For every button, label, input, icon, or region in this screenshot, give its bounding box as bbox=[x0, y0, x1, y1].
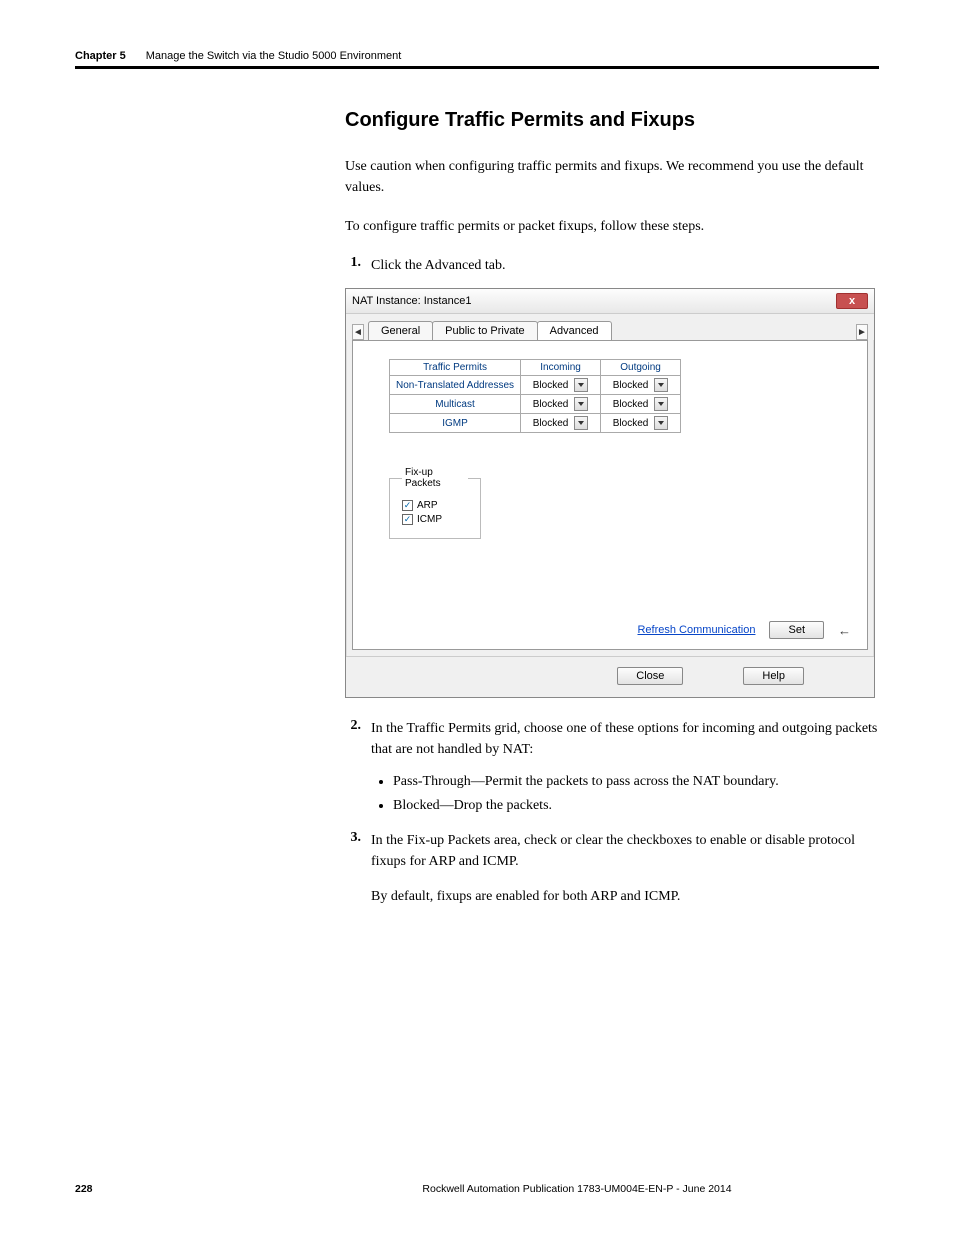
step-2-bullets: Pass-Through—Permit the packets to pass … bbox=[393, 770, 879, 818]
set-button[interactable]: Set bbox=[769, 621, 824, 639]
incoming-cell[interactable]: Blocked bbox=[521, 376, 601, 395]
outgoing-cell[interactable]: Blocked bbox=[601, 395, 681, 414]
col-outgoing: Outgoing bbox=[601, 360, 681, 376]
back-arrow-icon[interactable]: ← bbox=[838, 623, 851, 638]
step-number: 3. bbox=[345, 830, 371, 907]
main-content: Configure Traffic Permits and Fixups Use… bbox=[345, 109, 879, 907]
header-rule bbox=[75, 66, 879, 69]
action-row: Refresh Communication Set ← bbox=[637, 621, 851, 639]
chevron-down-icon[interactable] bbox=[574, 416, 588, 430]
nat-instance-dialog: NAT Instance: Instance1 x ◄ General Publ… bbox=[345, 288, 875, 698]
step-body: In the Traffic Permits grid, choose one … bbox=[371, 718, 879, 818]
step-3-after: By default, fixups are enabled for both … bbox=[371, 886, 879, 907]
dialog-titlebar: NAT Instance: Instance1 x bbox=[346, 289, 874, 314]
arp-checkbox-row[interactable]: ✓ ARP bbox=[402, 500, 468, 511]
refresh-communication-link[interactable]: Refresh Communication bbox=[637, 624, 755, 636]
chevron-down-icon[interactable] bbox=[654, 397, 668, 411]
bullet-blocked: Blocked—Drop the packets. bbox=[393, 794, 879, 818]
tab-scroll-right-icon[interactable]: ► bbox=[856, 324, 868, 340]
step-1: 1. Click the Advanced tab. bbox=[345, 255, 879, 276]
page-footer: 228 Rockwell Automation Publication 1783… bbox=[75, 1183, 879, 1195]
tab-general[interactable]: General bbox=[368, 321, 433, 340]
chevron-down-icon[interactable] bbox=[574, 378, 588, 392]
icmp-label: ICMP bbox=[417, 514, 442, 525]
tab-public-to-private[interactable]: Public to Private bbox=[432, 321, 537, 340]
row-label: Non-Translated Addresses bbox=[390, 376, 521, 395]
outgoing-cell[interactable]: Blocked bbox=[601, 414, 681, 433]
col-traffic-permits: Traffic Permits bbox=[390, 360, 521, 376]
checkbox-arp[interactable]: ✓ bbox=[402, 500, 413, 511]
icmp-checkbox-row[interactable]: ✓ ICMP bbox=[402, 514, 468, 525]
step-2: 2. In the Traffic Permits grid, choose o… bbox=[345, 718, 879, 818]
close-icon[interactable]: x bbox=[836, 293, 868, 309]
step-text: Click the Advanced tab. bbox=[371, 255, 506, 276]
fixup-legend: Fix-up Packets bbox=[402, 467, 468, 489]
help-button[interactable]: Help bbox=[743, 667, 804, 685]
tab-scroll-left-icon[interactable]: ◄ bbox=[352, 324, 364, 340]
chevron-down-icon[interactable] bbox=[574, 397, 588, 411]
chevron-down-icon[interactable] bbox=[654, 416, 668, 430]
step-number: 2. bbox=[345, 718, 371, 818]
chevron-down-icon[interactable] bbox=[654, 378, 668, 392]
steps-list: 1. Click the Advanced tab. bbox=[345, 255, 879, 276]
checkbox-icmp[interactable]: ✓ bbox=[402, 514, 413, 525]
row-label: Multicast bbox=[390, 395, 521, 414]
page-number: 228 bbox=[75, 1183, 275, 1195]
dialog-title: NAT Instance: Instance1 bbox=[352, 295, 471, 307]
intro-paragraph-1: Use caution when configuring traffic per… bbox=[345, 156, 879, 198]
intro-paragraph-2: To configure traffic permits or packet f… bbox=[345, 216, 879, 237]
chapter-label: Chapter 5 bbox=[75, 50, 126, 62]
incoming-cell[interactable]: Blocked bbox=[521, 414, 601, 433]
bullet-pass-through: Pass-Through—Permit the packets to pass … bbox=[393, 770, 879, 794]
col-incoming: Incoming bbox=[521, 360, 601, 376]
steps-list-continued: 2. In the Traffic Permits grid, choose o… bbox=[345, 718, 879, 907]
row-label: IGMP bbox=[390, 414, 521, 433]
step-text: In the Fix-up Packets area, check or cle… bbox=[371, 830, 879, 872]
fixup-packets-group: Fix-up Packets ✓ ARP ✓ ICMP bbox=[389, 467, 481, 539]
step-body: In the Fix-up Packets area, check or cle… bbox=[371, 830, 879, 907]
step-text: In the Traffic Permits grid, choose one … bbox=[371, 721, 877, 757]
table-row: IGMP Blocked Blocked bbox=[390, 414, 681, 433]
table-row: Non-Translated Addresses Blocked Blocked bbox=[390, 376, 681, 395]
chapter-title: Manage the Switch via the Studio 5000 En… bbox=[146, 50, 402, 62]
step-number: 1. bbox=[345, 255, 371, 276]
arp-label: ARP bbox=[417, 500, 438, 511]
outgoing-cell[interactable]: Blocked bbox=[601, 376, 681, 395]
tab-strip: ◄ General Public to Private Advanced ► bbox=[346, 314, 874, 340]
page-header: Chapter 5 Manage the Switch via the Stud… bbox=[75, 50, 879, 66]
dialog-footer: Close Help bbox=[346, 656, 874, 697]
tab-panel-advanced: Traffic Permits Incoming Outgoing Non-Tr… bbox=[352, 340, 868, 650]
table-row: Multicast Blocked Blocked bbox=[390, 395, 681, 414]
step-3: 3. In the Fix-up Packets area, check or … bbox=[345, 830, 879, 907]
publication-id: Rockwell Automation Publication 1783-UM0… bbox=[275, 1183, 879, 1195]
tab-advanced[interactable]: Advanced bbox=[537, 321, 612, 341]
section-heading: Configure Traffic Permits and Fixups bbox=[345, 109, 879, 132]
incoming-cell[interactable]: Blocked bbox=[521, 395, 601, 414]
close-button[interactable]: Close bbox=[617, 667, 683, 685]
traffic-permits-table: Traffic Permits Incoming Outgoing Non-Tr… bbox=[389, 359, 681, 433]
